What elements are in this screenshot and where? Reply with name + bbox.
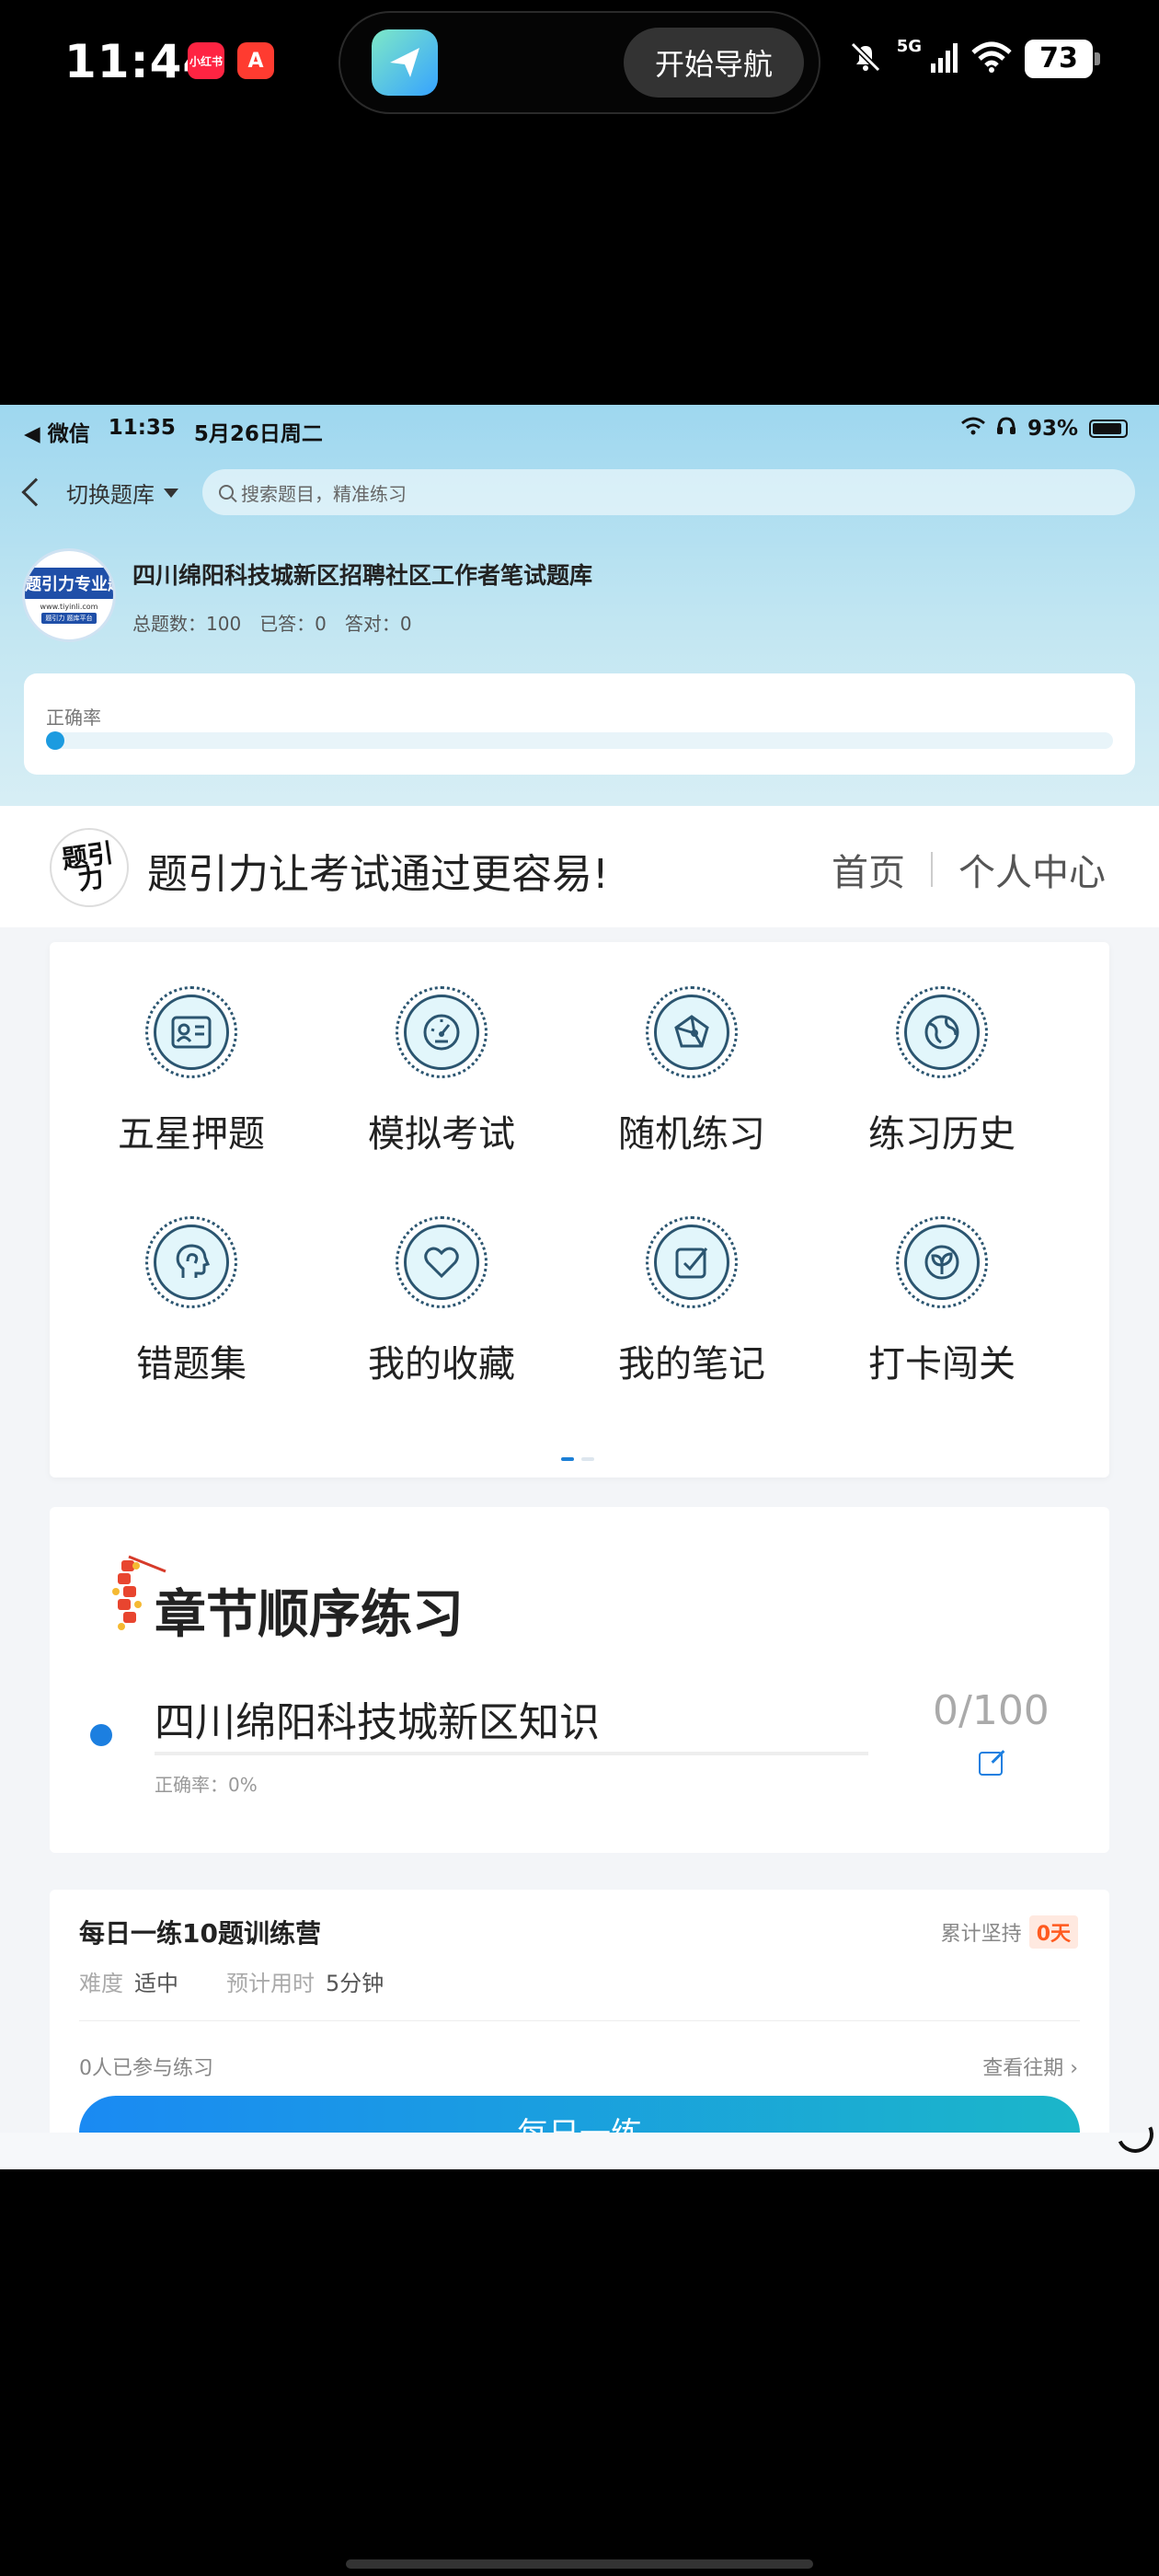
nav-home[interactable]: 首页 [832,843,905,896]
brand-logo: 题引力 [50,828,129,907]
hero-header: ◀ 微信 11:35 5月26日周二 93% 切换题库 搜索题目，精准练习 题引… [0,405,1159,806]
search-placeholder: 搜索题目，精准练习 [241,482,407,505]
start-navigation-button[interactable]: 开始导航 [624,28,804,98]
feature-five-star[interactable]: 五星押题 [63,986,320,1170]
daily-meta: 难度 适中 预计用时 5分钟 [79,1965,420,1997]
edit-icon[interactable] [979,1752,1003,1776]
battery-nub [1095,52,1100,65]
chapter-item-name[interactable]: 四川绵阳科技城新区知识 [155,1689,600,1748]
chapter-title: 章节顺序练习 [155,1585,464,1645]
search-icon [219,485,234,500]
network-type: 5G [896,37,922,56]
caret-down-icon [164,488,178,498]
accuracy-bar [46,732,1113,749]
daily-title: 每日一练10题训练营 [79,1918,321,1949]
participants-count: 0人已参与练习 [79,2057,213,2080]
chapter-progress-bar [155,1752,868,1755]
inner-status-left: ◀ 微信 11:35 5月26日周二 [24,416,323,447]
accuracy-indicator [46,731,64,750]
time-label: 预计用时 [226,1971,315,1996]
answered-count: 已答：0 [259,613,327,635]
heart-icon [404,1225,479,1300]
divider [79,2020,1080,2021]
streak-indicator: 累计坚持 0天 [941,1915,1078,1949]
streak-badge: 0天 [1028,1915,1078,1949]
feature-random-practice[interactable]: 随机练习 [563,986,820,1170]
nav-personal-center[interactable]: 个人中心 [958,843,1106,896]
total-count: 总题数：100 [132,613,242,635]
top-nav-row: 切换题库 搜索题目，精准练习 [0,469,1159,524]
bell-muted-icon [847,39,884,79]
streak-label: 累计坚持 [940,1923,1022,1946]
chapter-count: 0/100 [933,1687,1050,1734]
headphones-icon [996,416,1016,442]
back-to-wechat[interactable]: ◀ 微信 [24,416,90,447]
bank-title: 四川绵阳科技城新区招聘社区工作者笔试题库 [132,562,593,589]
wifi-icon [971,41,1012,76]
inner-date: 5月26日周二 [193,422,323,446]
time-value: 5分钟 [326,1971,384,1996]
phone-status-icons: 5G 73 [847,37,1100,80]
chapter-accuracy: 正确率：0% [155,1774,258,1796]
navigation-app-icon[interactable] [372,29,438,96]
xiaohongshu-icon: 小红书 [188,42,224,79]
inner-clock: 11:35 [108,416,176,440]
feature-practice-history[interactable]: 练习历史 [813,986,1071,1170]
screen-bottom-strip [0,2133,1159,2169]
brand-slogan: 题引力让考试通过更容易! [147,851,609,898]
switch-bank-dropdown[interactable]: 切换题库 [66,477,178,509]
grid-pager[interactable] [561,1457,594,1461]
dynamic-island[interactable]: 开始导航 [339,11,820,114]
feature-mock-exam[interactable]: 模拟考试 [313,986,570,1170]
back-arrow-icon[interactable] [21,477,51,507]
app-screen: ◀ 微信 11:35 5月26日周二 93% 切换题库 搜索题目，精准练习 题引… [0,405,1159,2169]
feature-notes[interactable]: 我的笔记 [563,1216,820,1400]
feature-wrong-questions[interactable]: 错题集 [63,1216,320,1400]
inner-battery-percent: 93% [1027,417,1078,441]
gauge-icon [404,995,479,1070]
chapter-bullet [90,1724,112,1746]
note-check-icon [654,1225,729,1300]
bank-stats: 总题数：100 已答：0 答对：0 [132,609,412,636]
difficulty-label: 难度 [79,1971,123,1996]
network-icon [654,995,729,1070]
home-indicator[interactable] [346,2559,813,2569]
phone-status-bar: 11:44 小红书 A 开始导航 5G 73 [0,0,1159,405]
sprout-icon [904,1225,980,1300]
inner-status-right: 93% [960,416,1128,442]
accuracy-card: 正确率 [24,673,1135,775]
inner-battery-icon [1089,420,1128,438]
signal-icon [931,41,958,76]
feature-grid: 五星押题 模拟考试 随机练习 练习历史 错题集 我的收藏 我的笔记 打卡闯关 [50,942,1109,1478]
switch-bank-label: 切换题库 [66,482,155,508]
id-card-icon [154,995,229,1070]
inner-wifi-icon [960,417,985,441]
view-history-link[interactable]: 查看往期 › [982,2052,1078,2081]
chapter-practice-card: 章节顺序练习 四川绵阳科技城新区知识 正确率：0% 0/100 [50,1507,1109,1853]
feature-checkin-challenge[interactable]: 打卡闯关 [813,1216,1071,1400]
accuracy-label: 正确率 [46,707,101,729]
app-a-icon: A [237,42,274,79]
top-nav-links: 首页 个人中心 [832,843,1106,896]
difficulty-value: 适中 [134,1971,178,1996]
bank-logo: 题引力专业题库 www.tiyinli.com 题引力 题库平台 [22,548,116,642]
globe-icon [904,995,980,1070]
battery-icon: 73 [1025,39,1093,78]
brand-bar: 题引力 题引力让考试通过更容易! 首页 个人中心 [0,806,1159,927]
correct-count: 答对：0 [344,613,412,635]
nav-divider [931,852,933,887]
head-icon [154,1225,229,1300]
search-input[interactable]: 搜索题目，精准练习 [202,469,1135,515]
daily-practice-card: 每日一练10题训练营 累计坚持 0天 难度 适中 预计用时 5分钟 0人已参与练… [50,1890,1109,2169]
feature-favorites[interactable]: 我的收藏 [313,1216,570,1400]
